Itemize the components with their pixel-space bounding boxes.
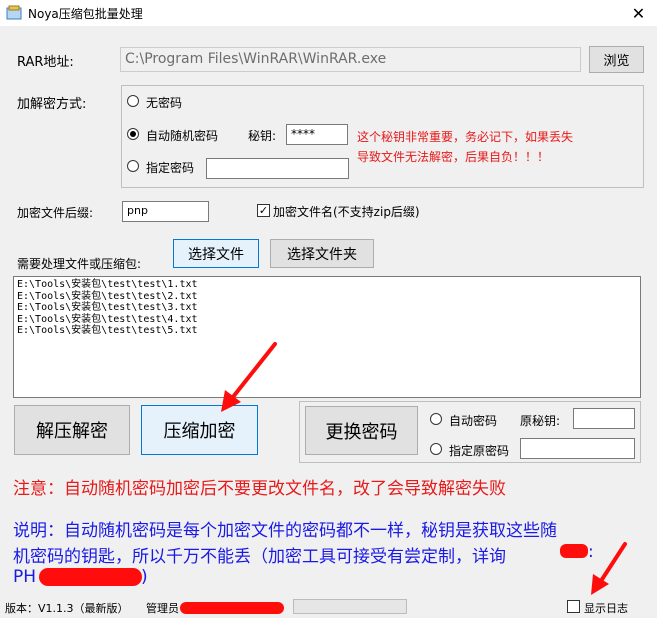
close-icon[interactable]: ✕ [620,0,657,26]
app-icon [6,5,22,20]
change-password-button[interactable]: 更换密码 [305,406,418,455]
list-item[interactable]: E:\Tools\安装包\test\test\2.txt [17,291,637,303]
specify-orig-label: 指定原密码 [449,444,510,458]
rename-warning-note: 注意：自动随机密码加密后不要更改文件名，改了会导致解密失败 [13,479,506,499]
decompress-button[interactable]: 解压解密 [14,405,130,455]
suffix-input[interactable]: pnp [122,201,209,222]
files-label: 需要处理文件或压缩包: [17,257,142,271]
browse-button[interactable]: 浏览 [589,46,644,73]
suffix-label: 加密文件后缀: [17,206,94,220]
fixed-password-radio[interactable] [127,160,139,172]
fixed-password-input[interactable] [206,158,349,179]
info-note-line3: PH [13,567,37,587]
no-password-label: 无密码 [146,96,183,110]
select-folder-button[interactable]: 选择文件夹 [270,239,374,268]
auto-random-label: 自动随机密码 [146,129,219,143]
key-warning-line1: 这个秘钥非常重要，务必记下，如果丢失 [357,130,574,144]
list-item[interactable]: E:\Tools\安装包\test\test\5.txt [17,325,637,337]
select-file-button[interactable]: 选择文件 [173,239,259,268]
annotation-arrow-icon [591,542,627,595]
specify-orig-input[interactable] [520,438,635,459]
annotation-arrow-icon [221,342,277,412]
redaction-mark [180,602,284,614]
show-log-label: 显示日志 [584,602,628,615]
rar-path-label: RAR地址: [17,55,74,70]
encrypt-filename-checkbox[interactable]: ✓ [257,204,270,217]
info-note-line1: 说明：自动随机密码是每个加密文件的密码都不一样，秘钥是获取这些随 [13,521,557,541]
file-list[interactable]: E:\Tools\安装包\test\test\1.txt E:\Tools\安装… [13,276,641,398]
info-note-line3-tail: ) [141,567,148,587]
redaction-mark [560,544,588,558]
no-password-radio[interactable] [127,95,139,107]
specify-orig-radio[interactable] [430,443,442,455]
list-item[interactable]: E:\Tools\安装包\test\test\1.txt [17,279,637,291]
info-note-line2: 机密码的钥匙，所以千万不能丢（加密工具可接受有尝定制，详询 [13,547,506,567]
fixed-password-label: 指定密码 [146,161,195,175]
window-title: Noya压缩包批量处理 [28,7,143,21]
admin-label: 管理员 [146,602,179,615]
list-item[interactable]: E:\Tools\安装包\test\test\4.txt [17,314,637,326]
encrypt-mode-label: 加解密方式: [17,97,87,112]
redaction-mark [39,568,142,586]
progress-bar [293,599,407,614]
version-text: 版本：V1.1.3（最新版） [5,602,129,615]
encrypt-filename-label: 加密文件名(不支持zip后缀) [273,205,420,219]
key-warning-line2: 导致文件无法解密，后果自负！！！ [357,150,550,164]
auto-password-label: 自动密码 [449,414,498,428]
show-log-checkbox[interactable] [567,600,580,613]
rar-path-input[interactable]: C:\Program Files\WinRAR\WinRAR.exe [120,47,581,72]
auto-password-radio[interactable] [430,413,442,425]
secret-key-label: 秘钥: [248,129,277,143]
secret-key-input[interactable]: **** [286,124,348,145]
list-item[interactable]: E:\Tools\安装包\test\test\3.txt [17,302,637,314]
orig-key-input[interactable] [573,408,635,429]
orig-key-label: 原秘钥: [520,414,561,428]
auto-random-radio[interactable] [127,128,139,140]
